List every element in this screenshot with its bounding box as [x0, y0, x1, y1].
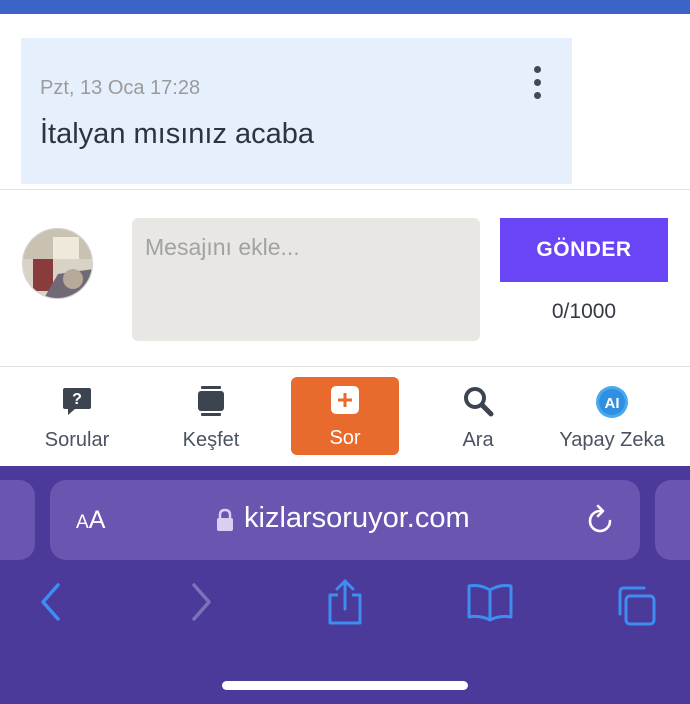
share-icon[interactable]	[326, 578, 364, 631]
message-card: Pzt, 13 Oca 17:28 İtalyan mısınız acaba	[21, 38, 572, 184]
avatar[interactable]	[22, 228, 93, 299]
reload-icon[interactable]	[585, 502, 615, 541]
character-counter: 0/1000	[551, 300, 617, 323]
question-bubble-icon: ?	[61, 385, 93, 422]
url-text: kizlarsoruyor.com	[244, 502, 470, 534]
next-tab-preview[interactable]	[655, 480, 690, 560]
nav-label-sor: Sor	[329, 427, 361, 449]
nav-item-sorular[interactable]: ? Sorular	[17, 377, 137, 455]
nav-item-sor[interactable]: Sor	[291, 377, 399, 455]
nav-item-ara[interactable]: Ara	[418, 377, 538, 455]
home-indicator[interactable]	[222, 681, 468, 690]
bookmarks-icon[interactable]	[466, 582, 514, 627]
reader-settings-button[interactable]: AA	[76, 506, 105, 535]
nav-label-yapay-zeka: Yapay Zeka	[559, 429, 665, 451]
aa-label: AA	[76, 506, 106, 534]
message-text: İtalyan mısınız acaba	[40, 118, 315, 150]
nav-label-ara: Ara	[462, 429, 494, 451]
message-timestamp: Pzt, 13 Oca 17:28	[40, 77, 201, 99]
cards-icon	[196, 385, 226, 422]
back-icon[interactable]	[38, 582, 64, 627]
send-button[interactable]: GÖNDER	[500, 218, 668, 282]
svg-text:?: ?	[72, 391, 82, 408]
svg-text:AI: AI	[605, 395, 620, 412]
bottom-navigation: ? Sorular Keşfet Sor Ara AI Yapay Zeka	[0, 367, 690, 466]
browser-toolbar: AA kizlarsoruyor.com	[0, 466, 690, 704]
nav-label-kesfet: Keşfet	[182, 429, 240, 451]
message-input[interactable]	[132, 218, 480, 341]
address-bar[interactable]: AA kizlarsoruyor.com	[50, 480, 640, 560]
nav-item-yapay-zeka[interactable]: AI Yapay Zeka	[552, 377, 672, 455]
search-icon	[462, 385, 494, 422]
tabs-icon[interactable]	[614, 584, 658, 633]
lock-icon	[216, 508, 234, 537]
previous-tab-preview[interactable]	[0, 480, 35, 560]
message-composer: GÖNDER 0/1000	[0, 189, 690, 367]
forward-icon[interactable]	[188, 582, 214, 627]
more-vertical-icon[interactable]	[528, 66, 548, 100]
top-header-strip	[0, 0, 690, 14]
nav-label-sorular: Sorular	[44, 429, 110, 451]
ai-icon: AI	[595, 385, 629, 424]
nav-item-kesfet[interactable]: Keşfet	[151, 377, 271, 455]
plus-square-icon	[330, 385, 360, 420]
